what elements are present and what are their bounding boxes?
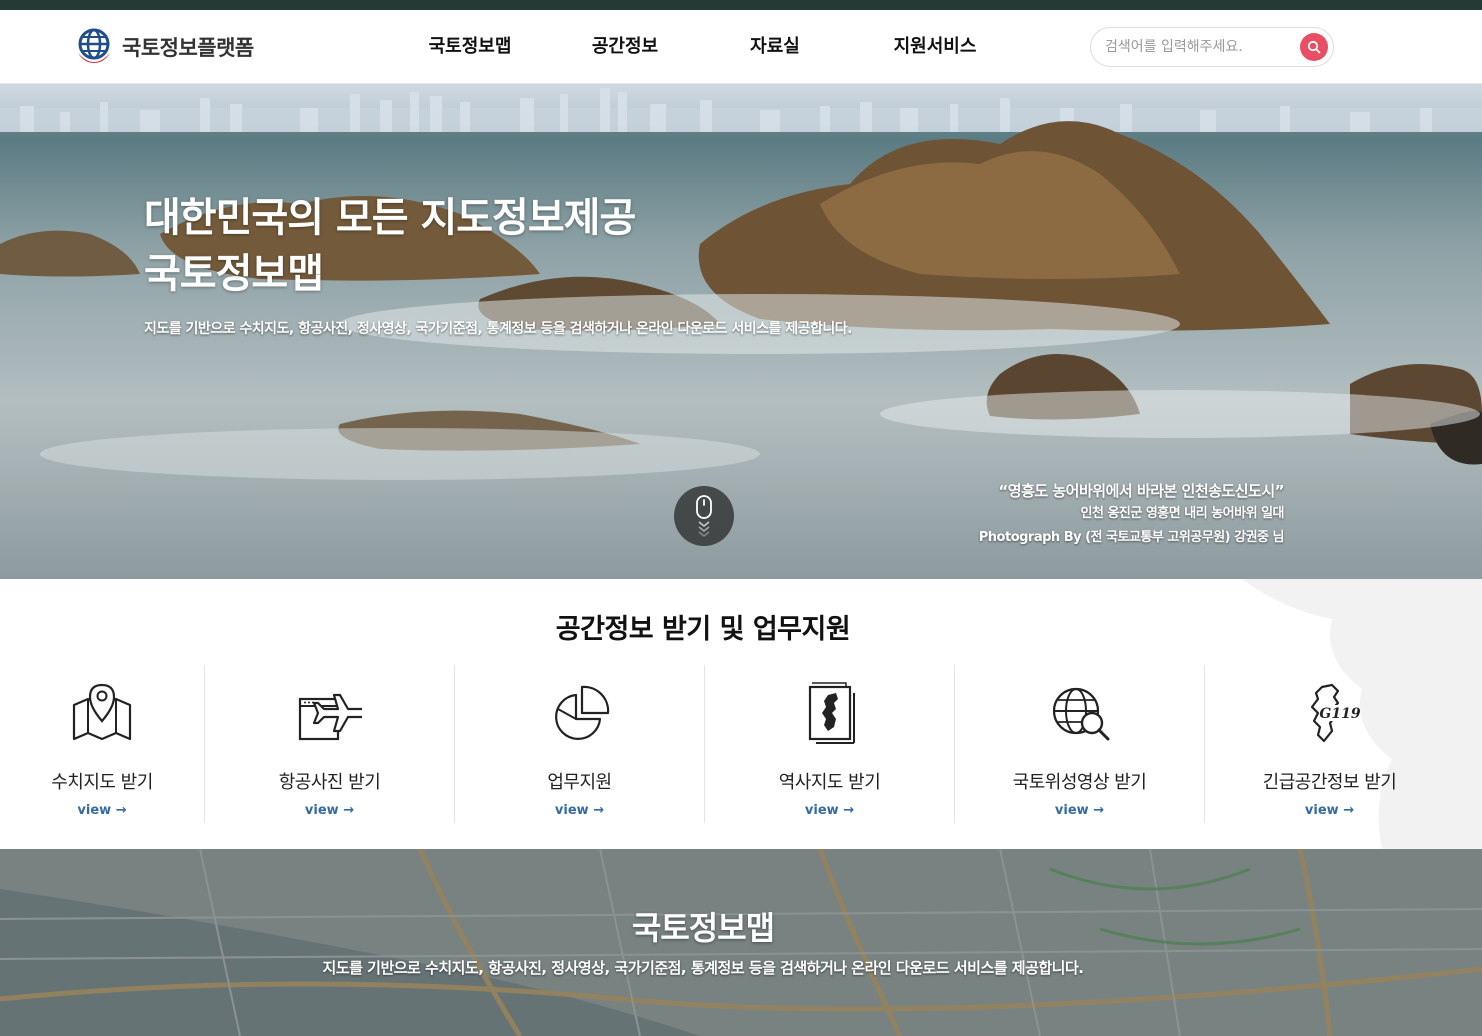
caption-location: 인천 옹진군 영흥면 내리 농어바위 일대 [1080, 506, 1285, 521]
service-cards: 수치지도 받기 view → 항공사진 받기 view → 업무지원 view … [0, 665, 1482, 823]
view-link[interactable]: view → [0, 803, 204, 818]
view-link[interactable]: view → [1205, 803, 1454, 818]
search-box [1090, 27, 1334, 67]
caption-title: “영흥도 농어바위에서 바라본 인천송도신도시” [998, 482, 1284, 500]
nav-item-archive[interactable]: 자료실 [710, 10, 840, 84]
nav-item-spatial-info[interactable]: 공간정보 [540, 10, 710, 84]
logo-text: 국토정보플랫폼 [122, 36, 254, 60]
scroll-down-button[interactable] [674, 486, 734, 546]
nav-item-support[interactable]: 지원서비스 [840, 10, 1030, 84]
hero-title-line2: 국토정보맵 [144, 251, 324, 297]
hero-subtitle: 지도를 기반으로 수치지도, 항공사진, 정사영상, 국가기준점, 통계정보 등… [144, 321, 852, 337]
globe-logo-icon [78, 28, 110, 63]
services-section: 공간정보 받기 및 업무지원 수치지도 받기 view → 항공사진 받기 vi… [0, 579, 1482, 849]
nav-item-korea-map[interactable]: 국토정보맵 [400, 10, 540, 84]
korea-map-section[interactable]: 국토정보맵 지도를 기반으로 수치지도, 항공사진, 정사영상, 국가기준점, … [0, 849, 1482, 1036]
hero-title-line1: 대한민국의 모든 지도정보제공 [144, 195, 636, 241]
hero-banner: 대한민국의 모든 지도정보제공 국토정보맵 지도를 기반으로 수치지도, 항공사… [0, 84, 1482, 579]
search-input[interactable] [1105, 28, 1295, 66]
g119-text: G119 [1319, 706, 1360, 722]
main-nav: 국토정보맵 공간정보 자료실 지원서비스 [400, 10, 1030, 84]
mouse-scroll-icon [696, 495, 712, 537]
search-button[interactable] [1300, 33, 1328, 61]
site-header: 국토정보플랫폼 국토정보맵 공간정보 자료실 지원서비스 [0, 10, 1482, 84]
service-card-historical-map[interactable]: 역사지도 받기 view → [704, 665, 954, 823]
card-label: 업무지원 [547, 772, 612, 793]
view-link[interactable]: view → [205, 803, 454, 818]
service-card-digital-map[interactable]: 수치지도 받기 view → [0, 665, 204, 823]
card-label: 긴급공간정보 받기 [1262, 772, 1397, 793]
card-label: 수치지도 받기 [51, 772, 153, 793]
photo-caption: “영흥도 농어바위에서 바라본 인천송도신도시” 인천 옹진군 영흥면 내리 농… [978, 480, 1285, 550]
hero-title: 대한민국의 모든 지도정보제공 국토정보맵 [144, 190, 636, 302]
card-label: 국토위성영상 받기 [1012, 772, 1147, 793]
g119-korea-icon: G119 [1310, 683, 1360, 743]
service-card-emergency-spatial[interactable]: G119 긴급공간정보 받기 view → [1204, 665, 1454, 823]
view-link[interactable]: view → [705, 803, 954, 818]
map-section-title: 국토정보맵 [631, 909, 775, 947]
caption-credit: Photograph By (전 국토교통부 고위공무원) 강권중 님 [978, 530, 1285, 545]
pie-chart-icon [554, 685, 609, 740]
search-icon [1307, 40, 1321, 54]
site-logo[interactable]: 국토정보플랫폼 [74, 27, 254, 67]
services-title: 공간정보 받기 및 업무지원 [555, 614, 851, 645]
service-card-work-support[interactable]: 업무지원 view → [454, 665, 704, 823]
map-pin-icon [72, 683, 132, 741]
globe-search-icon [1052, 687, 1109, 741]
map-section-subtitle: 지도를 기반으로 수치지도, 항공사진, 정사영상, 국가기준점, 통계정보 등… [322, 959, 1084, 977]
top-strip [0, 0, 1482, 10]
view-link[interactable]: view → [455, 803, 704, 818]
card-label: 역사지도 받기 [778, 772, 881, 793]
service-card-aerial-photo[interactable]: 항공사진 받기 view → [204, 665, 454, 823]
airplane-icon [298, 693, 362, 741]
service-card-satellite-image[interactable]: 국토위성영상 받기 view → [954, 665, 1204, 823]
card-label: 항공사진 받기 [278, 772, 381, 793]
view-link[interactable]: view → [955, 803, 1204, 818]
korea-map-document-icon [808, 682, 855, 744]
